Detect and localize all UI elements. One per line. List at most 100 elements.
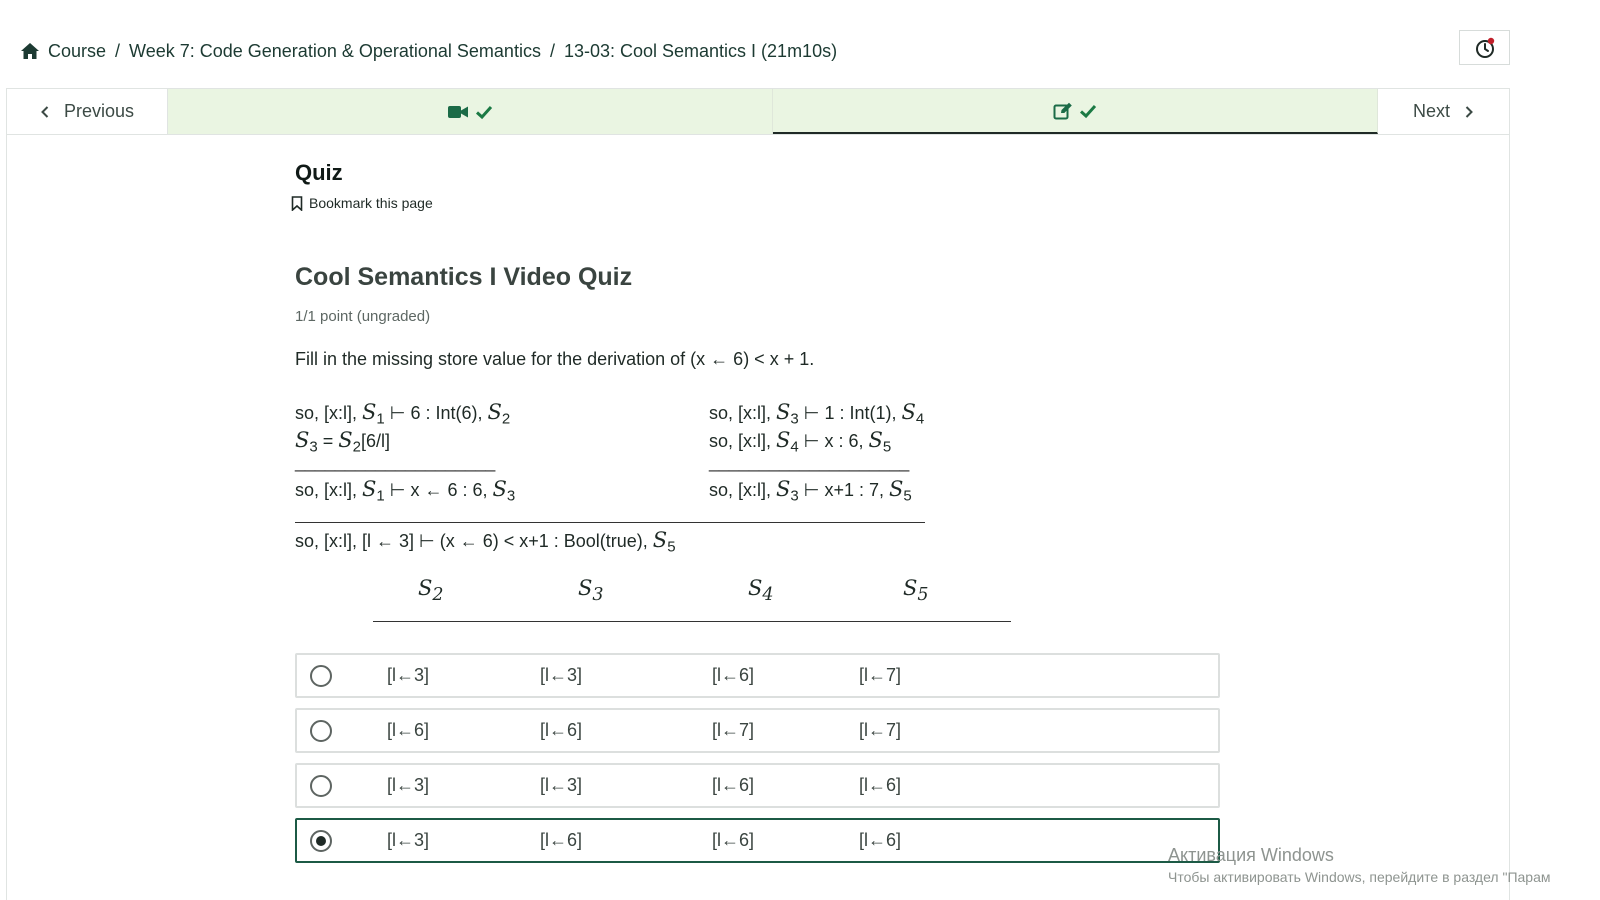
store-symbol: S: [776, 477, 791, 501]
store-symbol: S: [903, 576, 918, 600]
next-label: Next: [1412, 101, 1450, 121]
store-subscript: 3: [790, 487, 799, 505]
chevron-left-icon: [41, 105, 49, 118]
choice-value-s3: [l←6]: [540, 830, 583, 850]
left-premise-1: so, [x:l], S1 ⊢ 6 : Int(6), S2: [295, 400, 510, 428]
text: ⊢ 6 : Int(6),: [384, 403, 488, 423]
text: ⊢ x+1 : 7,: [798, 480, 889, 500]
column-header-s5: S5: [903, 576, 929, 605]
radio-button[interactable]: [310, 775, 332, 797]
store-subscript: 5: [667, 538, 676, 556]
choice-value-s4: [l←6]: [712, 665, 755, 685]
choice-value-s4: [l←7]: [712, 720, 755, 740]
final-conclusion: so, [x:l], [l ← 3] ⊢ (x ← 6) < x+1 : Boo…: [295, 528, 676, 556]
breadcrumb: Course / Week 7: Code Generation & Opera…: [20, 38, 837, 64]
home-icon[interactable]: [20, 42, 40, 60]
video-icon: [448, 105, 468, 118]
bookmark-label: Bookmark this page: [309, 195, 433, 211]
windows-activation-watermark: Активация Windows Чтобы активировать Win…: [1168, 845, 1551, 885]
final-inference-rule: [295, 522, 925, 523]
store-symbol: S: [487, 400, 502, 424]
bookmark-icon: [291, 195, 303, 211]
text: so, [x:l],: [709, 403, 777, 423]
previous-button[interactable]: Previous: [7, 89, 168, 134]
store-symbol: S: [362, 477, 377, 501]
radio-button[interactable]: [310, 665, 332, 687]
store-symbol: S: [418, 576, 433, 600]
right-premise-1: so, [x:l], S3 ⊢ 1 : Int(1), S4: [709, 400, 924, 428]
right-inference-rule: ____________________: [709, 452, 910, 472]
choice-value-s5: [l←7]: [859, 720, 902, 740]
column-header-s4: S4: [748, 576, 774, 605]
choice-value-s4: [l←6]: [712, 830, 755, 850]
choice-value-s3: [l←3]: [540, 775, 583, 795]
previous-label: Previous: [63, 101, 135, 121]
text: so, [x:l], [l ← 3] ⊢ (x ← 6) < x+1 : Boo…: [295, 531, 653, 551]
next-button[interactable]: Next: [1378, 89, 1509, 134]
store-subscript: 3: [506, 487, 516, 505]
breadcrumb-course-link[interactable]: Course: [48, 41, 106, 62]
text: [6/l]: [360, 431, 390, 451]
radio-button[interactable]: [310, 720, 332, 742]
store-subscript: 5: [917, 585, 929, 606]
choice-value-s2: [l←3]: [387, 665, 430, 685]
store-symbol: S: [889, 477, 904, 501]
breadcrumb-week-link[interactable]: Week 7: Code Generation & Operational Se…: [129, 41, 541, 62]
history-button[interactable]: [1459, 30, 1510, 65]
store-subscript: 3: [790, 410, 799, 428]
choice-value-s2: [l←6]: [387, 720, 430, 740]
left-conclusion: so, [x:l], S1 ⊢ x ← 6 : 6, S3: [295, 477, 515, 505]
unit-tab-video[interactable]: [168, 89, 773, 134]
choice-value-s5: [l←7]: [859, 665, 902, 685]
store-symbol: S: [652, 528, 668, 552]
breadcrumb-separator: /: [549, 40, 555, 61]
store-subscript: 4: [762, 585, 774, 606]
check-icon: [1079, 104, 1097, 118]
text: ⊢ x : 6,: [798, 431, 869, 451]
text: ⊢ 1 : Int(1),: [798, 403, 902, 423]
column-header-s3: S3: [578, 576, 604, 605]
answer-choice-3[interactable]: [l←3] [l←3] [l←6] [l←6]: [295, 763, 1220, 808]
text: =: [317, 431, 339, 451]
column-header-rule: [373, 621, 1011, 622]
left-inference-rule: ____________________: [295, 452, 496, 472]
problem-title: Cool Semantics I Video Quiz: [295, 263, 633, 291]
column-header-s2: S2: [418, 576, 444, 605]
store-symbol: S: [338, 428, 353, 452]
choice-value-s3: [l←6]: [540, 720, 583, 740]
radio-button-selected[interactable]: [310, 830, 332, 852]
store-symbol: S: [748, 576, 763, 600]
store-subscript: 2: [432, 585, 444, 606]
answer-choice-2[interactable]: [l←6] [l←6] [l←7] [l←7]: [295, 708, 1220, 753]
store-symbol: S: [492, 477, 507, 501]
text: so, [x:l],: [709, 431, 777, 451]
breadcrumb-current-unit: 13-03: Cool Semantics I (21m10s): [563, 40, 838, 61]
choice-value-s4: [l←6]: [712, 775, 755, 795]
store-subscript: 5: [903, 487, 912, 505]
watermark-title: Активация Windows: [1168, 845, 1334, 865]
page-title: Quiz: [295, 160, 343, 185]
answer-choice-1[interactable]: [l←3] [l←3] [l←6] [l←7]: [295, 653, 1220, 698]
check-icon: [475, 105, 493, 119]
store-subscript: 3: [592, 585, 604, 606]
answer-choice-4[interactable]: [l←3] [l←6] [l←6] [l←6]: [295, 818, 1220, 863]
store-symbol: S: [295, 428, 310, 452]
store-subscript: 1: [376, 410, 385, 428]
choice-value-s5: [l←6]: [859, 830, 902, 850]
edit-icon: [1053, 102, 1072, 119]
clock-icon: [1475, 37, 1494, 58]
choice-value-s2: [l←3]: [387, 775, 430, 795]
unit-tab-problem[interactable]: [773, 89, 1378, 134]
points-label: 1/1 point (ungraded): [295, 308, 431, 325]
choice-value-s3: [l←3]: [540, 665, 583, 685]
chevron-right-icon: [1465, 105, 1473, 118]
store-symbol: S: [578, 576, 593, 600]
question-prompt: Fill in the missing store value for the …: [295, 349, 815, 369]
text: so, [x:l],: [709, 480, 777, 500]
watermark-subtitle: Чтобы активировать Windows, перейдите в …: [1168, 869, 1551, 885]
text: so, [x:l],: [295, 403, 363, 423]
breadcrumb-separator: /: [115, 40, 121, 61]
store-symbol: S: [776, 428, 791, 452]
right-conclusion: so, [x:l], S3 ⊢ x+1 : 7, S5: [709, 477, 912, 505]
bookmark-button[interactable]: Bookmark this page: [291, 195, 433, 211]
